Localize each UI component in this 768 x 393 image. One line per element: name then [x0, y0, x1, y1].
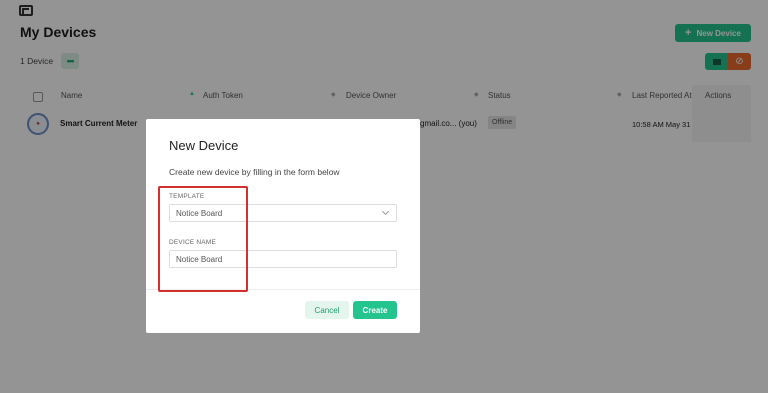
modal-title: New Device — [169, 138, 239, 153]
highlight-annotation — [158, 186, 248, 292]
modal-subtitle: Create new device by filling in the form… — [169, 167, 340, 177]
chevron-down-icon — [381, 207, 390, 216]
cancel-button[interactable]: Cancel — [305, 301, 349, 319]
create-button[interactable]: Create — [353, 301, 397, 319]
